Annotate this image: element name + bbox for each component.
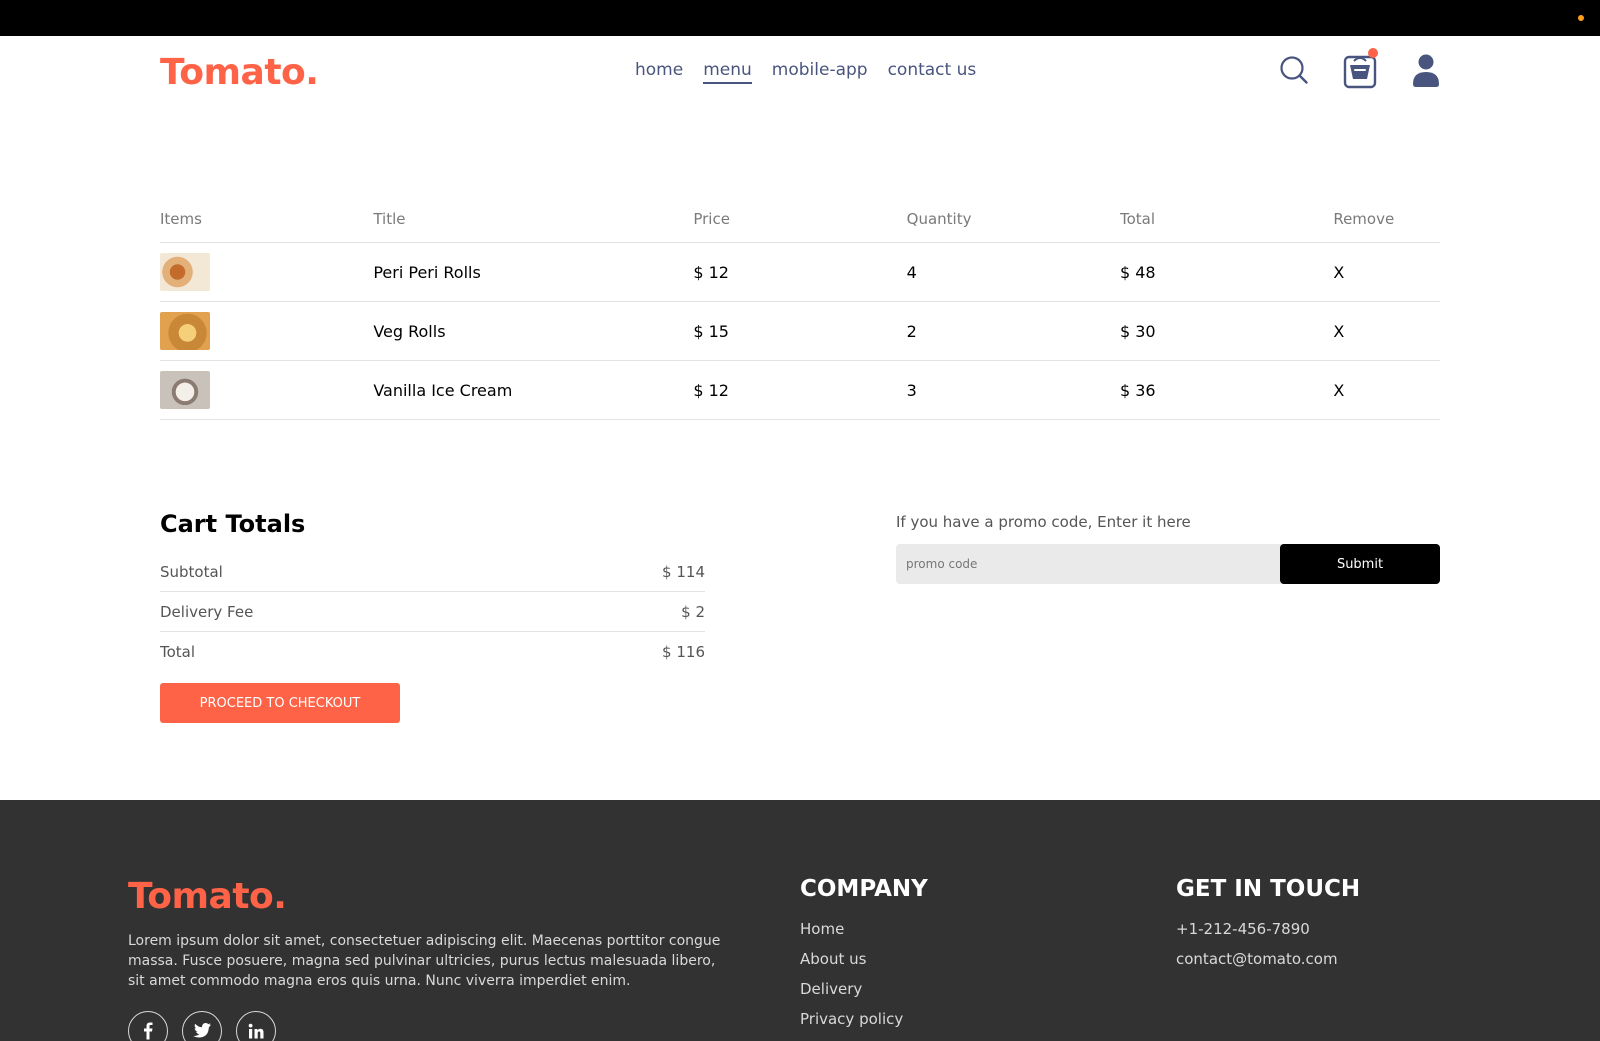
- cart-totals-title: Cart Totals: [160, 510, 306, 538]
- search-icon[interactable]: [1276, 50, 1312, 90]
- cart-badge-dot: [1368, 48, 1378, 58]
- table-row: Veg Rolls $ 15 2 $ 30 X: [160, 302, 1440, 360]
- profile-icon[interactable]: [1408, 50, 1444, 90]
- proceed-to-checkout-button[interactable]: PROCEED TO CHECKOUT: [160, 683, 400, 723]
- delivery-fee-value: $ 2: [681, 602, 705, 621]
- item-quantity: 2: [906, 321, 917, 341]
- footer-contact-title: GET IN TOUCH: [1176, 876, 1361, 902]
- item-thumbnail: [160, 371, 210, 409]
- item-total: $ 48: [1119, 262, 1156, 282]
- logo[interactable]: Tomato.: [160, 52, 319, 93]
- nav-link-contact-us[interactable]: contact us: [888, 60, 977, 84]
- footer: Tomato. Lorem ipsum dolor sit amet, cons…: [0, 800, 1600, 1041]
- footer-logo: Tomato.: [128, 876, 287, 917]
- linkedin-icon[interactable]: [236, 1011, 276, 1041]
- footer-link-about-us[interactable]: About us: [800, 950, 928, 980]
- divider: [160, 419, 1440, 420]
- promo-code-section: If you have a promo code, Enter it here …: [896, 510, 1440, 584]
- remove-item-button[interactable]: X: [1333, 263, 1440, 282]
- browser-top-bar: [0, 0, 1600, 36]
- footer-company: COMPANY Home About us Delivery Privacy p…: [800, 876, 928, 1040]
- item-title: Veg Rolls: [373, 321, 446, 341]
- delivery-fee-row: Delivery Fee $ 2: [160, 592, 705, 631]
- remove-item-button[interactable]: X: [1333, 322, 1440, 341]
- item-price: $ 12: [693, 262, 729, 282]
- footer-contact: GET IN TOUCH +1-212-456-7890 contact@tom…: [1176, 876, 1360, 980]
- promo-code-form: Submit: [896, 544, 1440, 584]
- item-quantity: 3: [906, 380, 917, 400]
- delivery-fee-label: Delivery Fee: [160, 602, 254, 621]
- subtotal-value: $ 114: [662, 562, 705, 581]
- subtotal-row: Subtotal $ 114: [160, 552, 705, 591]
- item-title: Vanilla Ice Cream: [373, 380, 513, 400]
- header-remove: Remove: [1333, 210, 1395, 228]
- notification-dot: [1578, 15, 1584, 21]
- footer-description: Lorem ipsum dolor sit amet, consectetuer…: [128, 933, 721, 989]
- basket-icon[interactable]: [1342, 48, 1378, 90]
- facebook-icon[interactable]: [128, 1011, 168, 1041]
- social-links: [128, 1011, 728, 1041]
- table-row: Vanilla Ice Cream $ 12 3 $ 36 X: [160, 361, 1440, 419]
- table-row: Peri Peri Rolls $ 12 4 $ 48 X: [160, 243, 1440, 301]
- nav-link-mobile-app[interactable]: mobile-app: [772, 60, 868, 84]
- cart-totals: Cart Totals Subtotal $ 114 Delivery Fee …: [160, 510, 705, 723]
- cart-items-table: Items Title Price Quantity Total Remove …: [160, 196, 1440, 420]
- item-total: $ 36: [1119, 380, 1156, 400]
- header-total: Total: [1119, 210, 1156, 228]
- footer-link-privacy-policy[interactable]: Privacy policy: [800, 1010, 928, 1040]
- nav-actions: [1276, 48, 1444, 90]
- item-title: Peri Peri Rolls: [373, 262, 481, 282]
- total-label: Total: [160, 642, 196, 661]
- footer-link-home[interactable]: Home: [800, 920, 928, 950]
- item-total: $ 30: [1119, 321, 1156, 341]
- item-quantity: 4: [906, 262, 917, 282]
- footer-brand: Tomato. Lorem ipsum dolor sit amet, cons…: [128, 876, 728, 1041]
- header-items: Items: [160, 210, 202, 228]
- header-quantity: Quantity: [906, 210, 972, 228]
- header-price: Price: [693, 210, 730, 228]
- footer-phone: +1-212-456-7890: [1176, 920, 1310, 938]
- nav-link-menu[interactable]: menu: [703, 60, 752, 84]
- twitter-icon[interactable]: [182, 1011, 222, 1041]
- item-thumbnail: [160, 312, 210, 350]
- table-header-row: Items Title Price Quantity Total Remove: [160, 196, 1440, 242]
- footer-link-delivery[interactable]: Delivery: [800, 980, 928, 1010]
- item-price: $ 15: [693, 321, 729, 341]
- subtotal-label: Subtotal: [160, 562, 223, 581]
- nav-link-home[interactable]: home: [635, 60, 683, 84]
- total-row: Total $ 116: [160, 632, 705, 671]
- promo-submit-button[interactable]: Submit: [1280, 544, 1440, 584]
- header-title: Title: [373, 210, 406, 228]
- total-value: $ 116: [662, 642, 705, 661]
- item-thumbnail: [160, 253, 210, 291]
- navbar: Tomato. home menu mobile-app contact us: [0, 36, 1600, 108]
- item-price: $ 12: [693, 380, 729, 400]
- promo-code-input[interactable]: [896, 544, 1280, 584]
- nav-menu: home menu mobile-app contact us: [635, 60, 976, 84]
- footer-email: contact@tomato.com: [1176, 950, 1338, 968]
- remove-item-button[interactable]: X: [1333, 381, 1440, 400]
- footer-company-title: COMPANY: [800, 876, 928, 902]
- promo-code-label: If you have a promo code, Enter it here: [896, 513, 1191, 531]
